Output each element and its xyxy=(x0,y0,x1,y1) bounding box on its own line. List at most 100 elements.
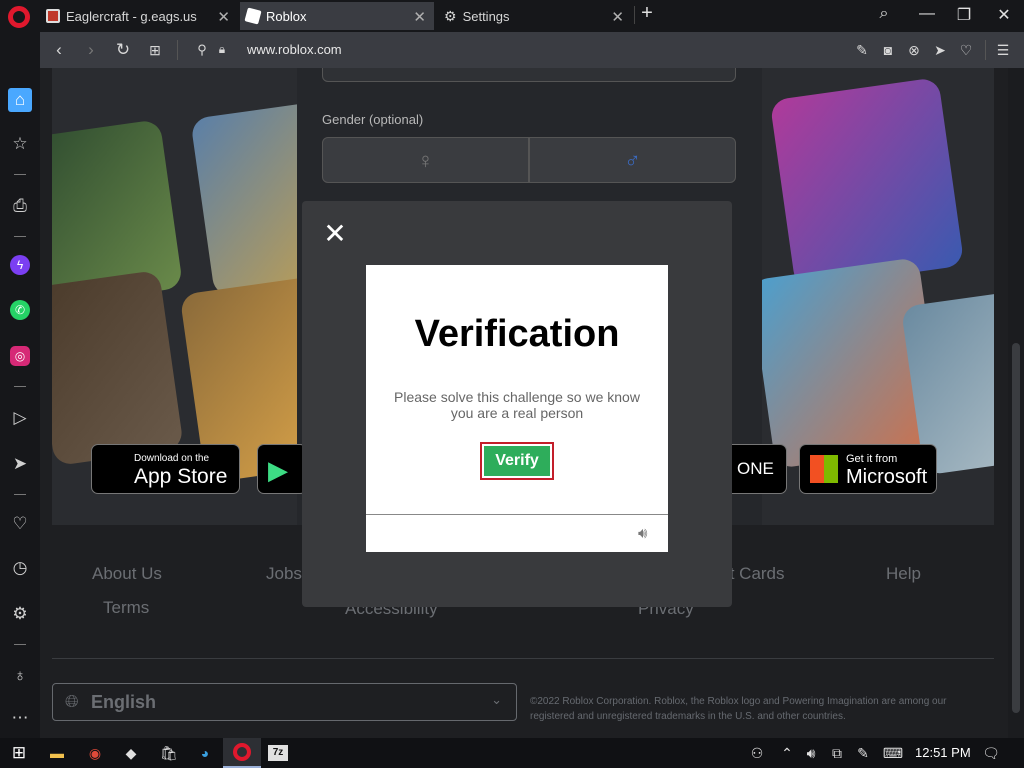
divider xyxy=(985,40,986,60)
maximize-icon[interactable]: ❐ xyxy=(954,5,974,25)
divider xyxy=(14,494,26,495)
gear-icon: ⚙ xyxy=(444,7,457,24)
tab-settings[interactable]: ⚙ Settings ✕ xyxy=(438,2,632,30)
key-icon[interactable]: ⚲ xyxy=(192,42,212,58)
back-icon[interactable]: ‹ xyxy=(49,40,69,60)
notifications-icon[interactable]: 🗨︎ xyxy=(980,742,1002,764)
chrome-icon[interactable]: ◉ xyxy=(84,742,106,764)
globe-icon: 🌐︎ xyxy=(65,692,79,711)
opera-taskbar-button[interactable] xyxy=(223,738,261,768)
scrollbar-thumb[interactable] xyxy=(1012,343,1020,713)
app-store-label: App Store xyxy=(134,465,228,488)
divider xyxy=(14,236,26,237)
shopping-bag-icon[interactable]: ⎙ xyxy=(8,194,32,218)
close-icon[interactable]: ✕ xyxy=(322,220,348,248)
tips-lightbulb-icon[interactable]: ♁ xyxy=(8,664,32,688)
about-us-link[interactable]: About Us xyxy=(92,564,162,584)
tab-bar: Eaglercraft - g.eags.us ✕ Roblox ✕ ⚙ Set… xyxy=(0,0,1024,32)
tab-roblox[interactable]: Roblox ✕ xyxy=(240,2,434,30)
file-explorer-icon[interactable]: ▬ xyxy=(46,742,68,764)
gift-cards-link[interactable]: ft Cards xyxy=(725,564,785,584)
verification-title: Verification xyxy=(414,313,620,355)
copyright-text: ©2022 Roblox Corporation. Roblox, the Ro… xyxy=(530,696,947,722)
tabs-grid-icon[interactable]: ⊞ xyxy=(145,42,165,59)
close-tab-icon[interactable]: ✕ xyxy=(413,8,426,26)
microsoft-logo-icon xyxy=(810,455,838,483)
camera-icon[interactable]: ◙ xyxy=(878,42,898,58)
url-field[interactable]: www.roblox.com xyxy=(247,42,342,57)
send-icon[interactable]: ➤ xyxy=(930,42,950,59)
microsoft-caption: Get it from xyxy=(846,453,898,465)
footer-divider xyxy=(52,658,994,659)
opera-icon xyxy=(233,743,251,761)
gender-male-button[interactable]: ♂ xyxy=(529,137,736,183)
gender-female-button[interactable]: ♀ xyxy=(322,137,529,183)
people-icon[interactable]: ⚇ xyxy=(746,742,768,764)
search-tabs-icon[interactable]: ⌕ xyxy=(874,5,894,23)
close-tab-icon[interactable]: ✕ xyxy=(217,8,230,26)
verify-button[interactable]: Verify xyxy=(484,446,550,476)
divider xyxy=(177,40,178,60)
windows-taskbar: ⊞ ▬ ◉ ◆ 🛍︎ ◕ 7z ⚇ ⌃ 🔊︎ ⧉ ✎ ⌨ 12:51 PM 🗨︎ xyxy=(0,738,1024,768)
block-icon[interactable]: ⊗ xyxy=(904,42,924,59)
home-icon[interactable]: ⌂ xyxy=(8,88,32,112)
close-tab-icon[interactable]: ✕ xyxy=(611,8,624,26)
birthday-select[interactable] xyxy=(322,68,736,82)
scrollbar[interactable] xyxy=(1008,68,1024,738)
app-store-button[interactable]: Download on the App Store xyxy=(91,444,240,494)
opera-menu-icon[interactable] xyxy=(8,6,30,28)
history-icon[interactable]: ◷ xyxy=(8,556,32,580)
google-play-icon: ▶ xyxy=(268,455,288,485)
tab-title: Eaglercraft - g.eags.us xyxy=(66,8,197,24)
language-select[interactable]: 🌐︎ English ⌄ xyxy=(52,683,517,721)
tab-divider xyxy=(634,6,635,24)
jobs-link[interactable]: Jobs xyxy=(266,564,302,584)
whatsapp-icon[interactable]: ✆ xyxy=(10,300,30,320)
pen-icon[interactable]: ✎ xyxy=(852,742,874,764)
close-window-icon[interactable]: ✕ xyxy=(994,5,1014,25)
keyboard-icon[interactable]: ⌨ xyxy=(882,742,904,764)
verification-message: Please solve this challenge so we know y… xyxy=(394,389,640,421)
sidebar: ⌂ ☆ ⎙ ϟ ✆ ◎ ▷ ➤ ♡ ◷ ⚙ ♁ ⋯ xyxy=(0,32,40,738)
roblox-app-icon[interactable]: ◆ xyxy=(120,742,142,764)
minimize-icon[interactable]: — xyxy=(917,5,937,23)
send-icon[interactable]: ➤ xyxy=(8,452,32,476)
lock-icon[interactable]: 🔒︎ xyxy=(212,42,232,57)
speed-dial-icon[interactable]: ☆ xyxy=(8,132,32,156)
terms-link[interactable]: Terms xyxy=(103,598,149,618)
store-icon[interactable]: 🛍︎ xyxy=(158,742,180,764)
forward-icon[interactable]: › xyxy=(81,40,101,60)
microsoft-label: Microsoft xyxy=(846,466,928,488)
clock[interactable]: 12:51 PM xyxy=(915,745,971,760)
settings-icon[interactable]: ⚙ xyxy=(8,602,32,626)
edge-icon[interactable]: ◕ xyxy=(194,742,216,764)
eaglercraft-favicon-icon xyxy=(46,9,60,23)
tab-eaglercraft[interactable]: Eaglercraft - g.eags.us ✕ xyxy=(40,2,238,30)
more-icon[interactable]: ⋯ xyxy=(8,706,32,730)
reload-icon[interactable]: ↻ xyxy=(113,40,133,60)
app-store-caption: Download on the xyxy=(134,453,210,464)
7zip-icon[interactable]: 7z xyxy=(268,745,288,761)
xbox-label: ONE xyxy=(737,459,774,478)
google-play-button[interactable]: ▶ xyxy=(257,444,307,494)
instagram-icon[interactable]: ◎ xyxy=(10,346,30,366)
help-link[interactable]: Help xyxy=(886,564,921,584)
new-tab-plus-icon[interactable]: + xyxy=(637,2,657,25)
volume-icon[interactable]: 🔊︎ xyxy=(800,742,822,764)
heart-icon[interactable]: ♡ xyxy=(8,512,32,536)
verify-button-outline: Verify xyxy=(480,442,554,480)
heart-icon[interactable]: ♡ xyxy=(956,42,976,59)
tab-title: Settings xyxy=(462,8,510,24)
windows-start-icon[interactable]: ⊞ xyxy=(8,742,30,764)
player-icon[interactable]: ▷ xyxy=(8,406,32,430)
roblox-favicon-icon xyxy=(244,7,262,25)
audio-challenge-icon[interactable]: 🔊︎ xyxy=(638,525,660,543)
messenger-icon[interactable]: ϟ xyxy=(10,255,30,275)
microsoft-store-button[interactable]: Get it from Microsoft xyxy=(799,444,937,494)
chevron-up-icon[interactable]: ⌃ xyxy=(776,742,798,764)
chevron-down-icon: ⌄ xyxy=(491,692,502,707)
edit-icon[interactable]: ✎ xyxy=(852,42,872,59)
easy-setup-icon[interactable]: ☰ xyxy=(993,42,1013,59)
network-icon[interactable]: ⧉ xyxy=(826,742,848,764)
game-tile xyxy=(769,77,965,289)
